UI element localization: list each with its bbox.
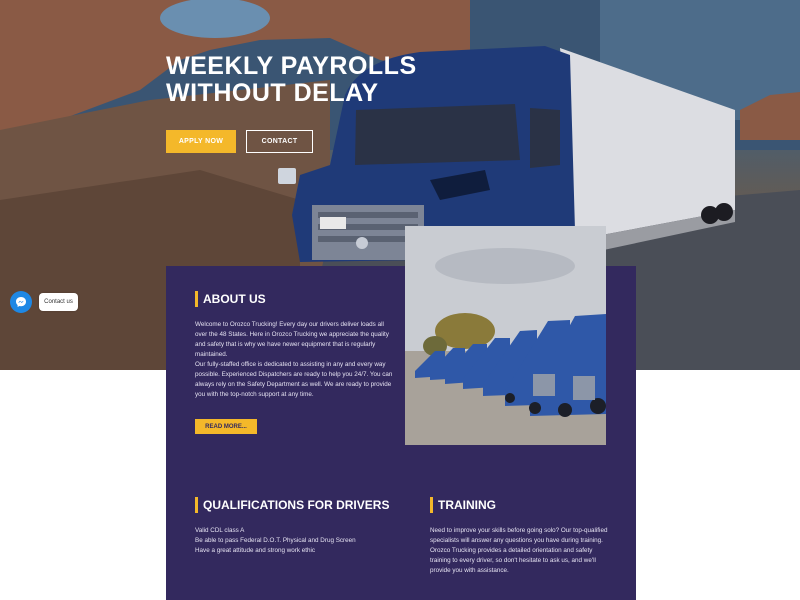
qualifications-list: Valid CDL class A Be able to pass Federa…	[195, 526, 395, 556]
read-more-button[interactable]: READ MORE...	[195, 419, 257, 434]
hero-title-line-1: WEEKLY PAYROLLS	[166, 52, 417, 80]
about-paragraph-2: Our fully-staffed office is dedicated to…	[195, 361, 393, 398]
apply-now-button[interactable]: APPLY NOW	[166, 130, 236, 153]
list-item: Have a great attitude and strong work et…	[195, 547, 316, 554]
hero-title: WEEKLY PAYROLLS WITHOUT DELAY	[166, 53, 417, 107]
truck-fleet-image	[405, 226, 606, 445]
messenger-icon[interactable]	[10, 291, 32, 313]
hero-title-line-2: WITHOUT DELAY	[166, 79, 379, 107]
contact-us-bubble[interactable]: Contact us	[39, 293, 78, 311]
list-item: Be able to pass Federal D.O.T. Physical …	[195, 537, 356, 544]
contact-button[interactable]: CONTACT	[246, 130, 313, 153]
about-heading: ABOUT US	[195, 291, 266, 307]
messenger-glyph-icon	[16, 297, 26, 307]
qualifications-heading: QUALIFICATIONS FOR DRIVERS	[195, 497, 389, 513]
about-paragraph-1: Welcome to Orozco Trucking! Every day ou…	[195, 321, 389, 358]
training-heading: TRAINING	[430, 497, 496, 513]
trucks-photo	[405, 226, 606, 445]
list-item: Valid CDL class A	[195, 527, 245, 534]
training-paragraph: Need to improve your skills before going…	[430, 527, 608, 574]
